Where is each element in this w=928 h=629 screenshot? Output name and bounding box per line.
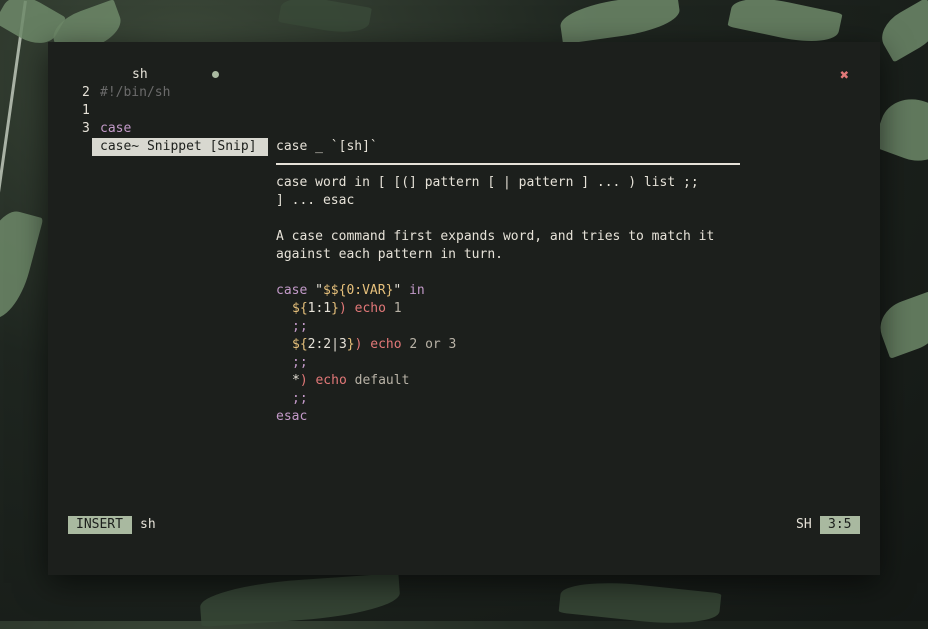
doc-code-line-6: *) echo default: [292, 372, 409, 390]
doc-code-line-7: ;;: [292, 391, 308, 406]
code-line-shebang[interactable]: #!/bin/sh: [100, 84, 170, 102]
code-brace: }: [331, 301, 339, 316]
code-keyword: in: [409, 283, 425, 298]
code-quote: ": [393, 283, 410, 298]
doc-description-line-2: against each pattern in turn.: [276, 247, 503, 262]
code-keyword: case: [276, 283, 308, 298]
code-command: echo: [346, 301, 386, 316]
code-paren: ): [299, 373, 308, 388]
code-variable: $${0:VAR}: [322, 283, 394, 298]
doc-code-line-3: ;;: [292, 319, 308, 334]
code-quote: ": [307, 283, 323, 298]
doc-code-line-1: case "$${0:VAR}" in: [276, 282, 425, 300]
code-line-case[interactable]: case: [100, 120, 131, 138]
doc-description-line-1: A case command first expands word, and t…: [276, 229, 715, 244]
code-brace: ${: [292, 301, 308, 316]
line-number-2: 1: [82, 103, 90, 118]
code-wildcard: *: [292, 373, 300, 388]
doc-syntax-line-1: case word in [ [(] pattern [ | pattern ]…: [276, 175, 699, 190]
code-argument: 2 or 3: [401, 337, 457, 352]
doc-code-line-4: ${2:2|3}) echo 2 or 3: [292, 336, 456, 354]
code-command: echo: [362, 337, 402, 352]
line-number-1: 2: [82, 85, 90, 100]
close-icon[interactable]: ✖: [840, 66, 849, 84]
doc-separator: [276, 163, 740, 165]
line-number-3: 3: [82, 121, 90, 136]
status-filetype: SH: [796, 517, 812, 532]
doc-header: case _ `[sh]`: [276, 139, 378, 154]
code-command: echo: [307, 373, 347, 388]
code-paren: ): [338, 301, 347, 316]
doc-code-line-5: ;;: [292, 355, 308, 370]
terminal-window: sh ✖ 2 #!/bin/sh 1 3 case case~ Snippet …: [48, 42, 880, 575]
mode-indicator: INSERT: [76, 517, 123, 532]
doc-code-line-2: ${1:1}) echo 1: [292, 300, 402, 318]
tab-title[interactable]: sh: [132, 66, 148, 84]
code-argument: default: [346, 373, 410, 388]
modified-dot-icon: [212, 71, 219, 78]
completion-item-label: case~ Snippet [Snip]: [100, 139, 257, 154]
code-placeholder: 2:2|3: [307, 337, 347, 352]
code-placeholder: 1:1: [307, 301, 332, 316]
cursor-position: 3:5: [828, 517, 852, 532]
doc-syntax-line-2: ] ... esac: [276, 193, 355, 208]
doc-code-line-8: esac: [276, 409, 308, 424]
code-argument: 1: [385, 301, 402, 316]
status-filename: sh: [140, 517, 156, 532]
code-brace: }: [346, 337, 355, 352]
code-brace: ${: [292, 337, 308, 352]
